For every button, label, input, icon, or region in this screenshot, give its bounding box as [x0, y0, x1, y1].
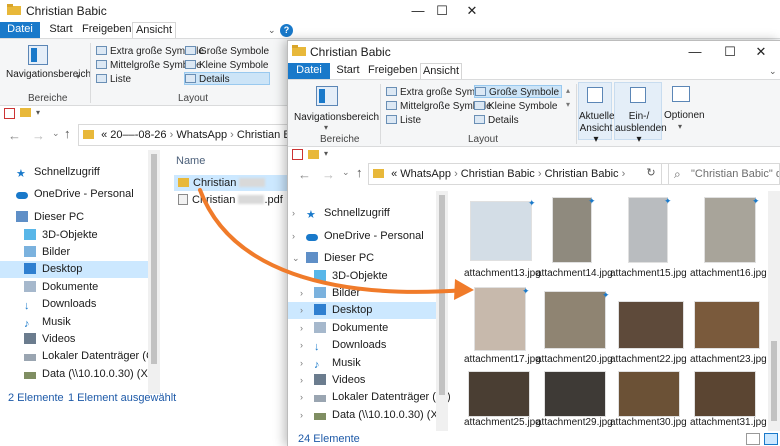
drag-arrow: [198, 188, 474, 300]
